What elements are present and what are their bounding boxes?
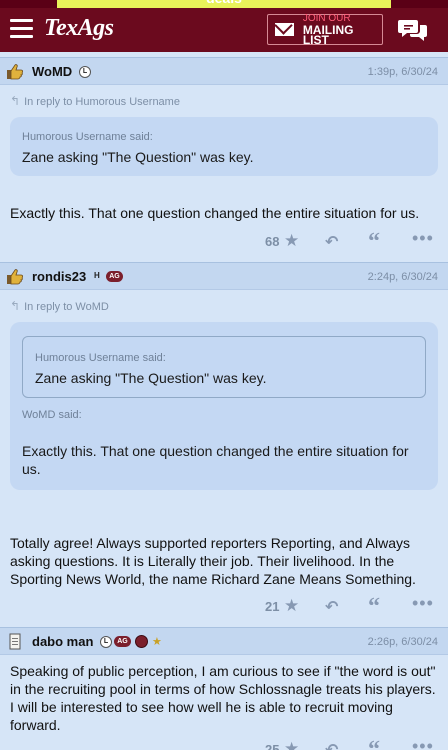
mascot-badge-icon xyxy=(135,635,148,648)
badge-h: H xyxy=(94,271,100,280)
quote-block: Humorous Username said: Zane asking "The… xyxy=(10,117,438,176)
post-time[interactable]: 2:26p, 6/30/24 xyxy=(368,636,438,648)
badge-ag: AG xyxy=(106,271,123,282)
star-icon[interactable]: ★ xyxy=(284,596,299,616)
more-icon[interactable]: ••• xyxy=(412,593,434,614)
reply-to-text: In reply to WoMD xyxy=(24,301,109,313)
quote-author: Humorous Username said: xyxy=(22,131,153,143)
post-time[interactable]: 1:39p, 6/30/24 xyxy=(368,66,438,78)
nested-quote-author: Humorous Username said: xyxy=(35,352,166,364)
nested-quote-block: Humorous Username said: Zane asking "The… xyxy=(22,336,426,398)
badge-l: L xyxy=(79,66,91,78)
chat-icon[interactable] xyxy=(398,18,428,42)
post-body: Exactly this. That one question changed … xyxy=(10,205,420,221)
star-icon[interactable]: ★ xyxy=(284,739,299,750)
badge-ag: AG xyxy=(114,636,131,647)
site-header: TexAgs JOIN OUR MAILING LIST xyxy=(0,8,448,52)
like-count: 68 xyxy=(265,234,280,249)
nested-quote-text: Zane asking "The Question" was key. xyxy=(35,370,267,386)
more-icon[interactable]: ••• xyxy=(412,736,434,750)
ad-banner[interactable]: deals xyxy=(57,0,391,8)
post-actions: 68 ★ ↶ “ ••• xyxy=(0,228,448,255)
reply-icon[interactable]: ↶ xyxy=(325,597,338,617)
quote-text: Exactly this. That one question changed … xyxy=(22,443,409,477)
post-header: dabo man L AG ★ 2:26p, 6/30/24 xyxy=(0,627,448,655)
quote-icon[interactable]: “ xyxy=(368,229,380,256)
post-header: WoMD L 1:39p, 6/30/24 xyxy=(0,57,448,85)
badge-l: L xyxy=(100,636,112,648)
reply-to-text: In reply to Humorous Username xyxy=(24,96,180,108)
ad-strip: deals xyxy=(0,0,448,8)
notepad-avatar-icon[interactable] xyxy=(6,633,24,650)
post-header: rondis23 H AG 2:24p, 6/30/24 xyxy=(0,262,448,290)
thumbs-up-avatar-icon[interactable] xyxy=(6,268,24,285)
reply-arrow-icon: ↰ xyxy=(10,299,21,313)
reply-icon[interactable]: ↶ xyxy=(325,232,338,252)
star-badge-icon: ★ xyxy=(152,636,162,648)
reply-arrow-icon: ↰ xyxy=(10,94,21,108)
post-body: Speaking of public perception, I am curi… xyxy=(10,663,436,733)
post-body: Totally agree! Always supported reporter… xyxy=(10,535,416,587)
like-count: 25 xyxy=(265,742,280,750)
quote-block: Humorous Username said: Zane asking "The… xyxy=(10,322,438,490)
hamburger-icon[interactable] xyxy=(10,19,33,39)
quote-text: Zane asking "The Question" was key. xyxy=(22,149,254,165)
post-actions: 25 ★ ↶ “ ••• xyxy=(0,736,448,750)
reply-to-link[interactable]: ↰ In reply to Humorous Username xyxy=(10,94,180,108)
reply-icon[interactable]: ↶ xyxy=(325,740,338,750)
more-icon[interactable]: ••• xyxy=(412,228,434,249)
reply-to-link[interactable]: ↰ In reply to WoMD xyxy=(10,299,109,313)
quote-icon[interactable]: “ xyxy=(368,737,380,750)
star-icon[interactable]: ★ xyxy=(284,231,299,251)
quote-icon[interactable]: “ xyxy=(368,594,380,621)
mailing-line2: MAILING LIST xyxy=(302,23,354,47)
post-time[interactable]: 2:24p, 6/30/24 xyxy=(368,271,438,283)
mailing-list-button[interactable]: JOIN OUR MAILING LIST xyxy=(267,14,383,47)
post-actions: 21 ★ ↶ “ ••• xyxy=(0,593,448,620)
username[interactable]: rondis23 xyxy=(32,269,86,284)
like-count: 21 xyxy=(265,599,280,614)
username[interactable]: dabo man xyxy=(32,634,93,649)
envelope-icon xyxy=(275,23,294,36)
thumbs-up-avatar-icon[interactable] xyxy=(6,63,24,80)
username[interactable]: WoMD xyxy=(32,64,72,79)
quote-author: WoMD said: xyxy=(22,409,82,421)
site-logo[interactable]: TexAgs xyxy=(44,15,114,42)
